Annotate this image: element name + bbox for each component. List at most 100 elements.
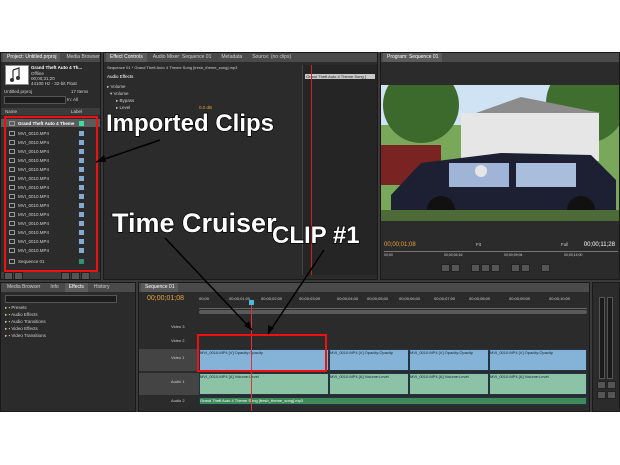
- clip-label: MVI_0010.MP4 [A] Volume:Level: [200, 374, 259, 379]
- project-name: Untitled.prproj: [4, 89, 33, 94]
- play-button[interactable]: [481, 264, 490, 272]
- bypass-row[interactable]: ▸ Bypass: [116, 98, 134, 104]
- list-view-button[interactable]: [4, 272, 13, 279]
- tab-media-browser-2[interactable]: Media Browser: [3, 283, 44, 292]
- audio-clip[interactable]: MVI_0010.MP4 [A] Volume:Level: [199, 373, 329, 395]
- selection-tool-button[interactable]: [597, 381, 606, 389]
- ruler-tick-label: 00;00;03;00: [299, 296, 321, 301]
- ruler-tick-label: 00;00;04;00: [337, 296, 359, 301]
- effects-tabs: Media Browser Info Effects History: [1, 283, 135, 292]
- audio-clip[interactable]: MVI_0010.MP4 [A] Volume:Level: [329, 373, 409, 395]
- name-column-header[interactable]: Name: [5, 109, 17, 114]
- volume-effect-row-2[interactable]: ▾ Volume: [110, 91, 129, 97]
- in-filter-label[interactable]: In: All: [67, 97, 78, 102]
- ruler-tick-label: 00;00: [384, 253, 393, 257]
- clip-1-highlight: [197, 334, 327, 372]
- project-search-input[interactable]: [4, 96, 66, 104]
- volume-label-2: Volume: [113, 91, 129, 96]
- tab-effect-controls[interactable]: Effect Controls: [106, 53, 147, 62]
- clip-label: MVI_0010.MP4 [A] Volume:Level: [490, 374, 549, 379]
- audio-clip[interactable]: MVI_0010.MP4 [A] Volume:Level: [489, 373, 587, 395]
- effect-controls-header: Sequence 01 * Grand Theft Auto 4 Theme S…: [107, 65, 238, 70]
- ruler-tick-label: 00;00;05;00: [367, 296, 389, 301]
- step-back-button[interactable]: [471, 264, 480, 272]
- video-clip[interactable]: MVI_0010.MP4 [V] Opacity:Opacity: [489, 349, 587, 371]
- tab-metadata[interactable]: Metadata: [217, 53, 246, 62]
- step-forward-button[interactable]: [491, 264, 500, 272]
- track-name: Video 3: [171, 324, 185, 329]
- export-frame-button[interactable]: [541, 264, 550, 272]
- project-list-header: Name Label: [1, 108, 100, 115]
- music-clip[interactable]: Grand Theft Auto 4 Theme Song [tresh_the…: [199, 397, 587, 405]
- new-bin-button[interactable]: [61, 272, 70, 279]
- ruler-tick-label: 00;00;02;00: [261, 296, 283, 301]
- video-frame-image: [381, 85, 619, 221]
- program-fit-select[interactable]: Fit: [476, 242, 481, 247]
- ruler-tick-label: 00;00;04;16: [444, 253, 463, 257]
- mark-in-button[interactable]: [441, 264, 450, 272]
- ruler-tick-label: 00;00: [199, 296, 210, 301]
- tab-history[interactable]: History: [90, 283, 114, 292]
- time-ruler[interactable]: 00;00 00;00;01;00 00;00;02;00 00;00;03;0…: [199, 296, 587, 309]
- ruler-tick-label: 00;00;06;00: [399, 296, 421, 301]
- effects-folder-audio-effects[interactable]: ▸ ▪ Audio Effects: [5, 312, 38, 318]
- effects-folder-audio-transitions[interactable]: ▸ ▪ Audio Transitions: [5, 319, 46, 325]
- audio-clip[interactable]: MVI_0010.MP4 [A] Volume:Level: [409, 373, 489, 395]
- track-header-video-2: Video 2: [139, 335, 199, 347]
- lift-button[interactable]: [511, 264, 520, 272]
- effects-folder-presets[interactable]: ▸ ▪ Presets: [5, 305, 27, 311]
- tab-media-browser[interactable]: Media Browser: [62, 53, 100, 62]
- program-timecode-right: 00;00;11;28: [583, 242, 615, 248]
- tab-program[interactable]: Program: Sequence 01: [383, 53, 443, 62]
- track-name: Video 1: [171, 355, 185, 360]
- timeline-tabs: Sequence 01: [139, 283, 589, 292]
- transport-controls: [441, 263, 561, 273]
- ruler-tick-label: 00;00;09;00: [509, 296, 531, 301]
- audio-file-icon: [10, 67, 20, 82]
- imported-clips-highlight: [4, 116, 98, 272]
- track-name: Audio 1: [171, 379, 185, 384]
- video-clip[interactable]: MVI_0010.MP4 [V] Opacity:Opacity: [409, 349, 489, 371]
- effects-folder-label: Audio Effects: [11, 312, 38, 317]
- razor-tool-button[interactable]: [607, 381, 616, 389]
- time-cruiser-scrollbar[interactable]: [199, 310, 587, 314]
- track-header-audio-1: Audio 1: [139, 373, 199, 395]
- audio-effects-section: Audio Effects: [107, 74, 134, 79]
- label-column-header[interactable]: Label: [71, 109, 82, 114]
- effects-panel: Media Browser Info Effects History ▸ ▪ P…: [0, 282, 136, 412]
- icon-view-button[interactable]: [14, 272, 23, 279]
- effect-controls-tabs: Effect Controls Audio Mixer: Sequence 01…: [104, 53, 377, 62]
- track-header-video-3: Video 3: [139, 321, 199, 333]
- effects-folder-video-transitions[interactable]: ▸ ▪ Video Transitions: [5, 333, 46, 339]
- extract-button[interactable]: [521, 264, 530, 272]
- volume-effect-row[interactable]: ▸ Volume: [107, 84, 126, 90]
- program-full-select[interactable]: Full: [561, 242, 568, 247]
- delete-button[interactable]: [81, 272, 90, 279]
- ruler-tick-label: 00;00;01;00: [229, 296, 251, 301]
- audio-meter-right: [607, 297, 613, 379]
- mark-out-button[interactable]: [451, 264, 460, 272]
- hand-tool-button[interactable]: [597, 391, 606, 399]
- zoom-tool-button[interactable]: [607, 391, 616, 399]
- tab-source[interactable]: Source: (no clips): [248, 53, 295, 62]
- effects-folder-video-effects[interactable]: ▸ ▪ Video Effects: [5, 326, 38, 332]
- new-item-button[interactable]: [71, 272, 80, 279]
- tab-project[interactable]: Project: Untitled.prproj: [3, 53, 61, 62]
- tab-audio-mixer[interactable]: Audio Mixer: Sequence 01: [149, 53, 216, 62]
- program-ruler[interactable]: 00;00 00;00;04;16 00;00;09;04 00;00;14;0…: [384, 251, 618, 258]
- clip-label: MVI_0010.MP4 [A] Volume:Level: [410, 374, 469, 379]
- ruler-tick-label: 00;00;07;00: [434, 296, 456, 301]
- effects-folder-label: Video Effects: [11, 326, 38, 331]
- tab-effects[interactable]: Effects: [64, 283, 88, 292]
- program-timecode-left: 00;00;01;08: [384, 242, 416, 248]
- effects-search-input[interactable]: [5, 295, 117, 303]
- ruler-tick-label: 00;00;08;00: [469, 296, 491, 301]
- tab-info[interactable]: Info: [46, 283, 62, 292]
- clip-label: MVI_0010.MP4 [V] Opacity:Opacity: [330, 350, 393, 355]
- clip-label: MVI_0010.MP4 [A] Volume:Level: [330, 374, 389, 379]
- track-header-video-1: Video 1: [139, 349, 199, 371]
- effects-folder-label: Video Transitions: [11, 333, 46, 338]
- tab-sequence-01[interactable]: Sequence 01: [141, 283, 179, 292]
- clip-label: MVI_0010.MP4 [V] Opacity:Opacity: [490, 350, 553, 355]
- video-clip[interactable]: MVI_0010.MP4 [V] Opacity:Opacity: [329, 349, 409, 371]
